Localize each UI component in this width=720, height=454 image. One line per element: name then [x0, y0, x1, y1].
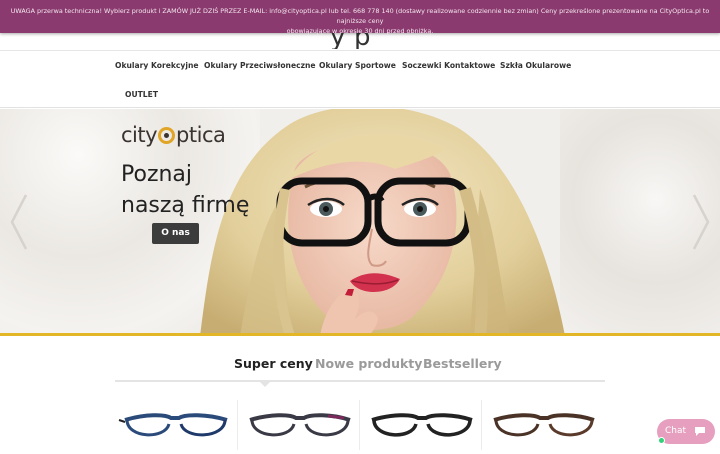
hero-brand-logo: city ptica: [121, 123, 226, 147]
nav-item-okulary-korekcyjne[interactable]: Okulary Korekcyjne: [115, 61, 199, 70]
nav-item-szkla-okularowe[interactable]: Szkła Okularowe: [500, 61, 571, 70]
notice-text-line2: obowiązujące w okresie 30 dni przed obni…: [286, 27, 434, 35]
eyeglasses-product-image: [493, 413, 595, 437]
hero-tagline-line2: naszą firmę: [121, 193, 250, 218]
hero-model-photo: [200, 109, 565, 333]
eyeglasses-product-image: [371, 413, 473, 437]
notice-bar: UWAGA przerwa techniczna! Wybierz produk…: [0, 0, 720, 35]
nav-item-okulary-sportowe[interactable]: Okulary Sportowe: [319, 61, 396, 70]
product-tabs-section: Super ceny Nowe produkty Bestsellery: [0, 339, 720, 450]
hero-logo-text-ptica: ptica: [176, 123, 226, 147]
brand-o-icon: [158, 127, 176, 144]
about-us-button[interactable]: O nas: [152, 223, 199, 244]
notice-text-line1: UWAGA przerwa techniczna! Wybierz produk…: [10, 7, 710, 25]
product-card[interactable]: [359, 400, 481, 450]
slider-prev-arrow-icon[interactable]: [8, 191, 30, 253]
product-card[interactable]: [237, 400, 359, 450]
nav-item-okulary-przeciwsloneczne[interactable]: Okulary Przeciwsłoneczne: [204, 61, 316, 70]
hero-tagline-line1: Poznaj: [121, 162, 193, 187]
eyeglasses-product-image: [249, 413, 351, 437]
nav-item-outlet[interactable]: OUTLET: [125, 90, 158, 99]
nav-item-soczewki-kontaktowe[interactable]: Soczewki Kontaktowe: [402, 61, 495, 70]
chat-bubble-icon: [695, 427, 705, 436]
product-card[interactable]: [115, 400, 237, 450]
hero-slider: city ptica Poznaj naszą firmę O nas: [0, 109, 720, 336]
chat-widget-button[interactable]: Chat: [657, 419, 715, 444]
main-navigation: Okulary Korekcyjne Okulary Przeciwsłonec…: [0, 51, 720, 108]
chat-label: Chat: [665, 426, 687, 436]
hero-logo-text-city: city: [121, 123, 158, 147]
slider-next-arrow-icon[interactable]: [690, 191, 712, 253]
online-status-icon: [658, 437, 665, 444]
hero-tagline: Poznaj naszą firmę: [121, 159, 249, 221]
eyeglasses-product-image: [118, 413, 228, 437]
product-grid: [115, 339, 605, 450]
product-card[interactable]: [481, 400, 603, 450]
